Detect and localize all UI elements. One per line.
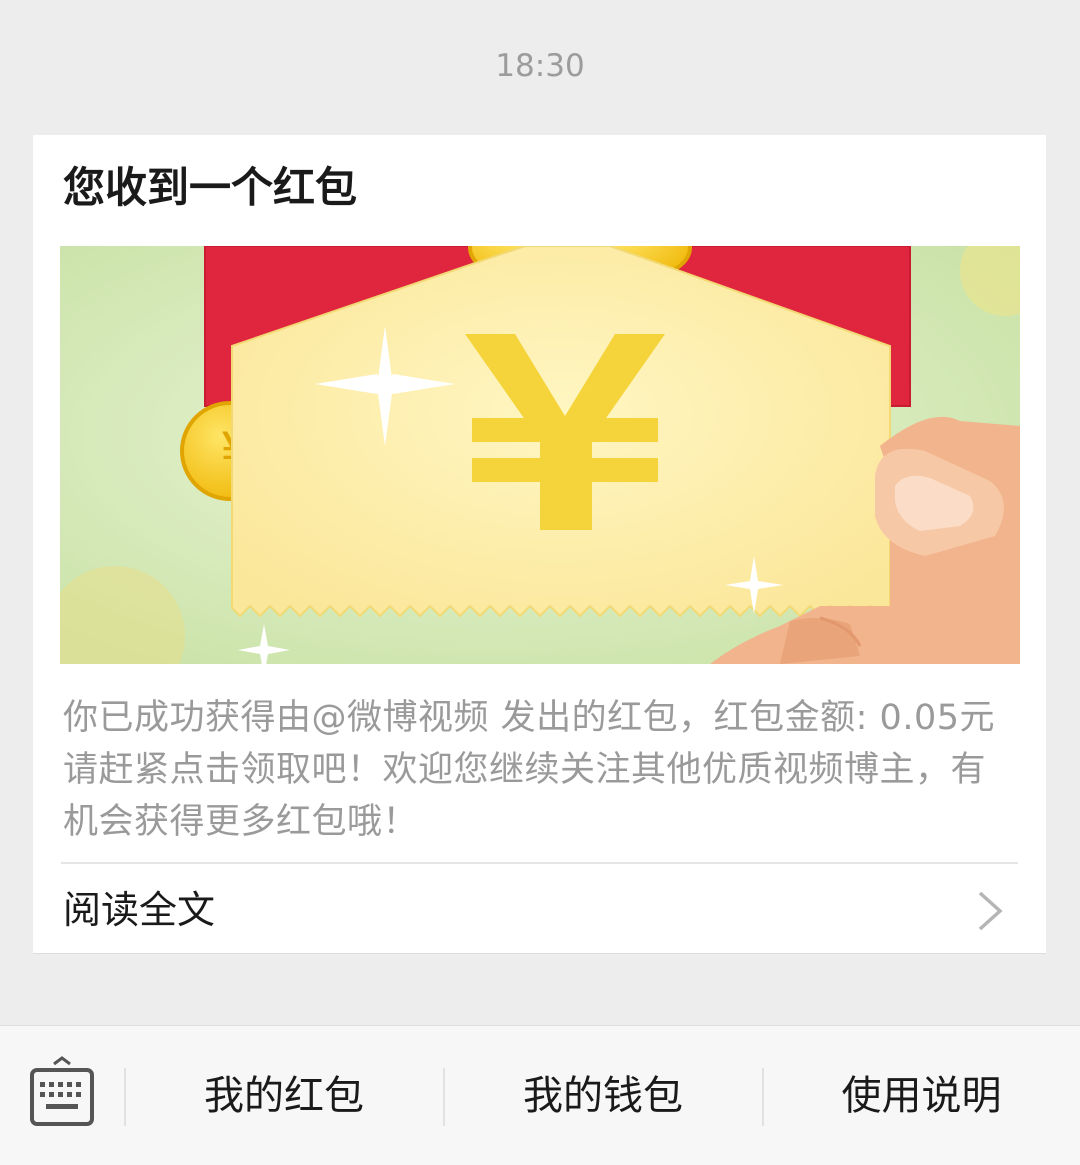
chevron-right-icon [978, 891, 1003, 931]
red-envelope-banner[interactable]: ¥ [60, 246, 1020, 664]
chat-screen: 18:30 您收到一个红包 你已成功获得由@微博视频 发出的红包，红包金额: 0… [0, 0, 1080, 1165]
card-divider [61, 862, 1018, 864]
menu-my-wallet[interactable]: 我的钱包 [444, 1066, 762, 1126]
message-description: 你已成功获得由@微博视频 发出的红包，红包金额: 0.05元 请赶紧点击领取吧！… [63, 698, 995, 842]
message-timestamp: 18:30 [495, 48, 585, 84]
red-envelope-yuan-illustration: ¥ [60, 246, 1020, 664]
menu-usage-instructions[interactable]: 使用说明 [763, 1066, 1080, 1126]
keyboard-icon [30, 1056, 94, 1126]
keyboard-toggle-button[interactable] [20, 1056, 104, 1136]
card-title: 您收到一个红包 [63, 163, 358, 212]
menu-my-red-envelope[interactable]: 我的红包 [125, 1066, 443, 1126]
bottom-menu-bar: 我的红包 我的钱包 使用说明 [0, 1025, 1080, 1165]
read-more-link[interactable]: 阅读全文 [33, 865, 1046, 953]
read-more-label: 阅读全文 [63, 888, 216, 932]
red-envelope-message-card[interactable]: 您收到一个红包 你已成功获得由@微博视频 发出的红包，红包金额: 0.05元 请… [33, 135, 1046, 953]
